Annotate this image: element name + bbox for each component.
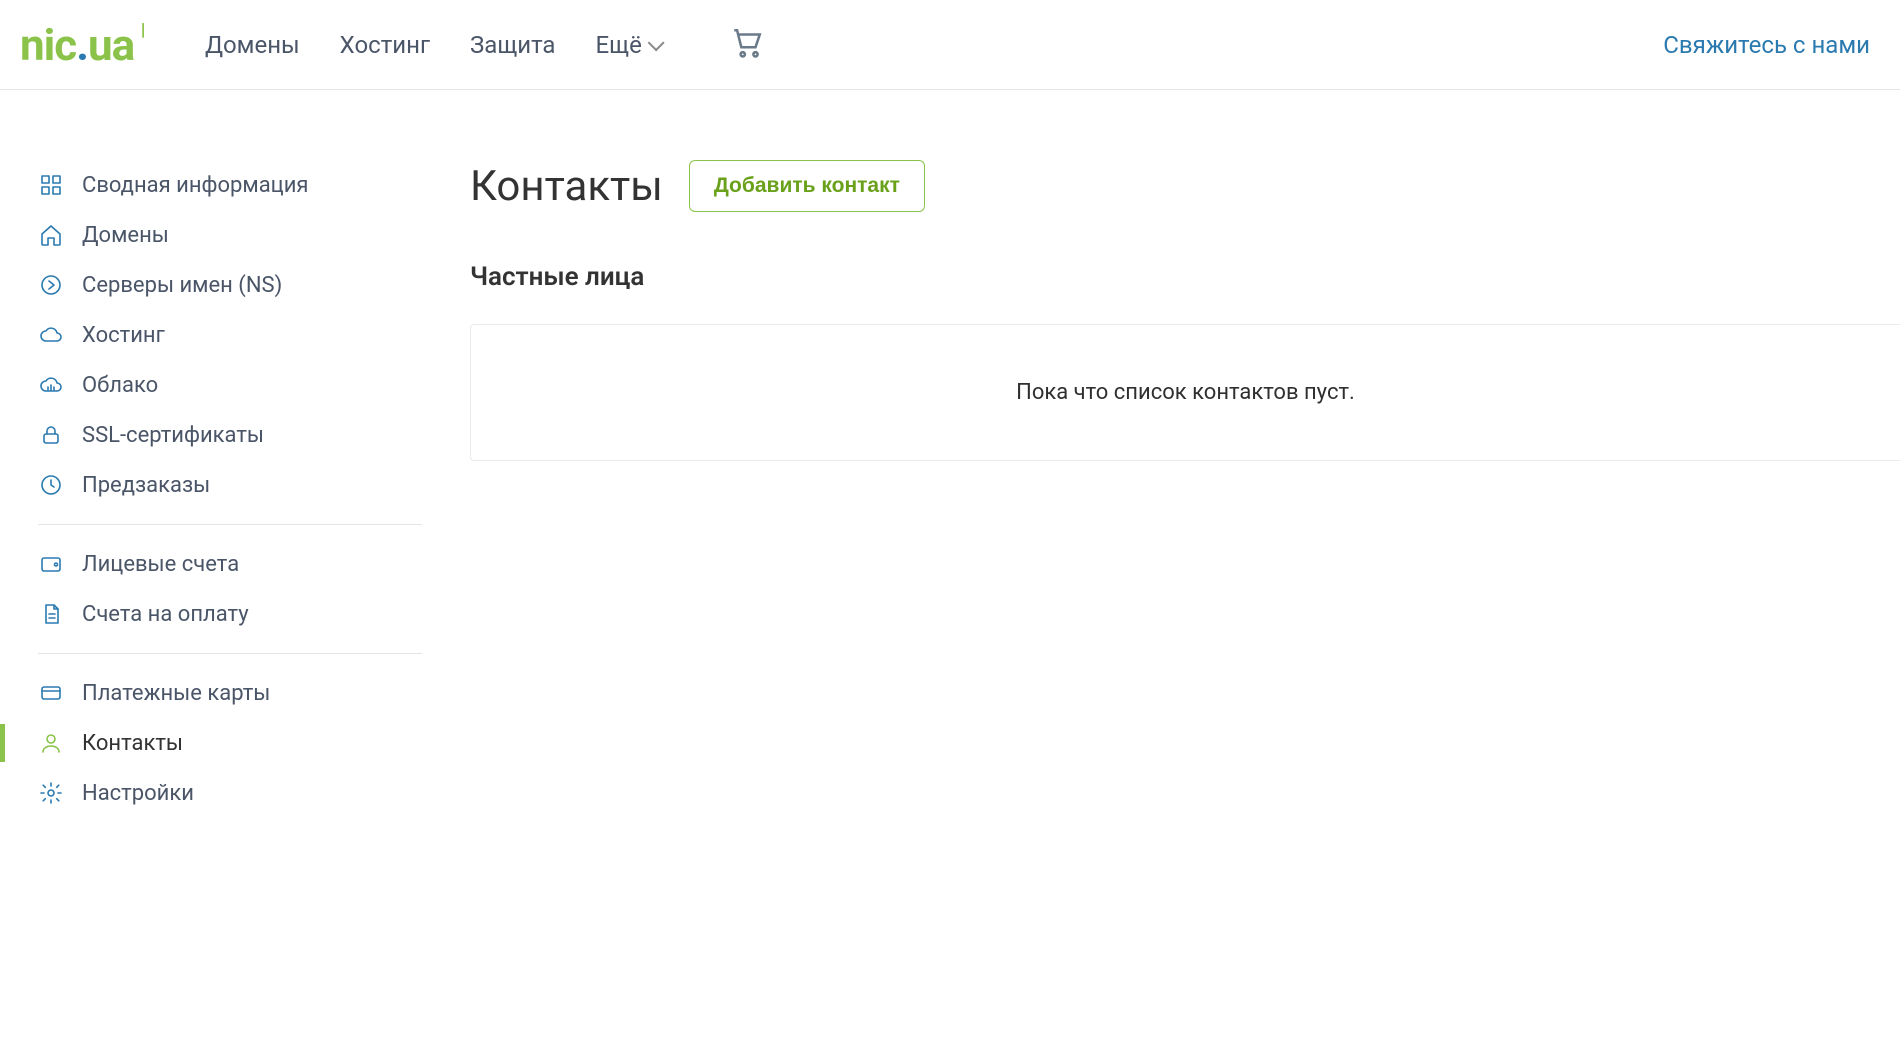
sidebar-group-3: Платежные карты Контакты Настройки xyxy=(30,668,430,818)
grid-icon xyxy=(38,172,64,198)
add-contact-button[interactable]: Добавить контакт xyxy=(689,160,925,212)
section-title-individuals: Частные лица xyxy=(470,262,1900,292)
credit-card-icon xyxy=(38,680,64,706)
nav-security[interactable]: Защита xyxy=(470,31,555,59)
arrow-right-circle-icon xyxy=(38,272,64,298)
page-layout: Сводная информация Домены Серверы имен (… xyxy=(0,90,1900,818)
sidebar-divider xyxy=(38,524,422,525)
chevron-down-icon xyxy=(647,34,664,51)
main-content: Контакты Добавить контакт Частные лица П… xyxy=(430,160,1900,818)
sidebar-item-nameservers[interactable]: Серверы имен (NS) xyxy=(30,260,430,310)
cloud-data-icon xyxy=(38,372,64,398)
sidebar-item-settings[interactable]: Настройки xyxy=(30,768,430,818)
leaf-icon: ❘ xyxy=(137,22,148,38)
lock-icon xyxy=(38,422,64,448)
gear-icon xyxy=(38,780,64,806)
sidebar-item-contacts[interactable]: Контакты xyxy=(30,718,430,768)
logo-ua: ua xyxy=(88,19,134,71)
sidebar-item-label: Домены xyxy=(82,223,169,248)
empty-message: Пока что список контактов пуст. xyxy=(1016,380,1355,405)
sidebar-item-label: Счета на оплату xyxy=(82,602,249,627)
sidebar-item-label: Лицевые счета xyxy=(82,552,239,577)
sidebar-divider xyxy=(38,653,422,654)
sidebar-group-2: Лицевые счета Счета на оплату xyxy=(30,539,430,639)
logo-nic: nic xyxy=(20,19,76,71)
nav-more[interactable]: Ещё xyxy=(595,31,659,59)
page-head: Контакты Добавить контакт xyxy=(470,160,1900,212)
contact-us-link[interactable]: Свяжитесь с нами xyxy=(1663,31,1880,59)
sidebar-item-label: SSL-сертификаты xyxy=(82,423,264,448)
sidebar-group-1: Сводная информация Домены Серверы имен (… xyxy=(30,160,430,510)
sidebar-item-label: Хостинг xyxy=(82,323,165,348)
sidebar-item-label: Сводная информация xyxy=(82,173,308,198)
sidebar-item-cloud[interactable]: Облако xyxy=(30,360,430,410)
file-icon xyxy=(38,601,64,627)
logo-dot: . xyxy=(76,19,88,71)
main-header: nic.ua ❘ Домены Хостинг Защита Ещё Свяжи… xyxy=(0,0,1900,90)
empty-contacts-box: Пока что список контактов пуст. xyxy=(470,324,1900,461)
sidebar-item-label: Серверы имен (NS) xyxy=(82,273,282,298)
sidebar-item-label: Контакты xyxy=(82,731,183,756)
sidebar-item-accounts[interactable]: Лицевые счета xyxy=(30,539,430,589)
sidebar-item-ssl[interactable]: SSL-сертификаты xyxy=(30,410,430,460)
home-icon xyxy=(38,222,64,248)
sidebar-item-hosting[interactable]: Хостинг xyxy=(30,310,430,360)
sidebar-item-domains[interactable]: Домены xyxy=(30,210,430,260)
nav-domains[interactable]: Домены xyxy=(205,31,300,59)
sidebar-item-overview[interactable]: Сводная информация xyxy=(30,160,430,210)
page-title: Контакты xyxy=(470,162,663,211)
sidebar-item-label: Платежные карты xyxy=(82,681,270,706)
sidebar-item-preorders[interactable]: Предзаказы xyxy=(30,460,430,510)
nav-hosting[interactable]: Хостинг xyxy=(340,31,430,59)
sidebar-item-label: Облако xyxy=(82,373,158,398)
nav-more-label: Ещё xyxy=(595,31,641,59)
logo[interactable]: nic.ua ❘ xyxy=(20,19,145,71)
wallet-icon xyxy=(38,551,64,577)
sidebar-item-invoices[interactable]: Счета на оплату xyxy=(30,589,430,639)
sidebar-item-cards[interactable]: Платежные карты xyxy=(30,668,430,718)
sidebar: Сводная информация Домены Серверы имен (… xyxy=(0,160,430,818)
sidebar-item-label: Предзаказы xyxy=(82,473,210,498)
top-nav: Домены Хостинг Защита Ещё xyxy=(205,26,764,64)
user-icon xyxy=(38,730,64,756)
clock-icon xyxy=(38,472,64,498)
cart-icon[interactable] xyxy=(730,26,764,64)
cloud-icon xyxy=(38,322,64,348)
sidebar-item-label: Настройки xyxy=(82,781,194,806)
